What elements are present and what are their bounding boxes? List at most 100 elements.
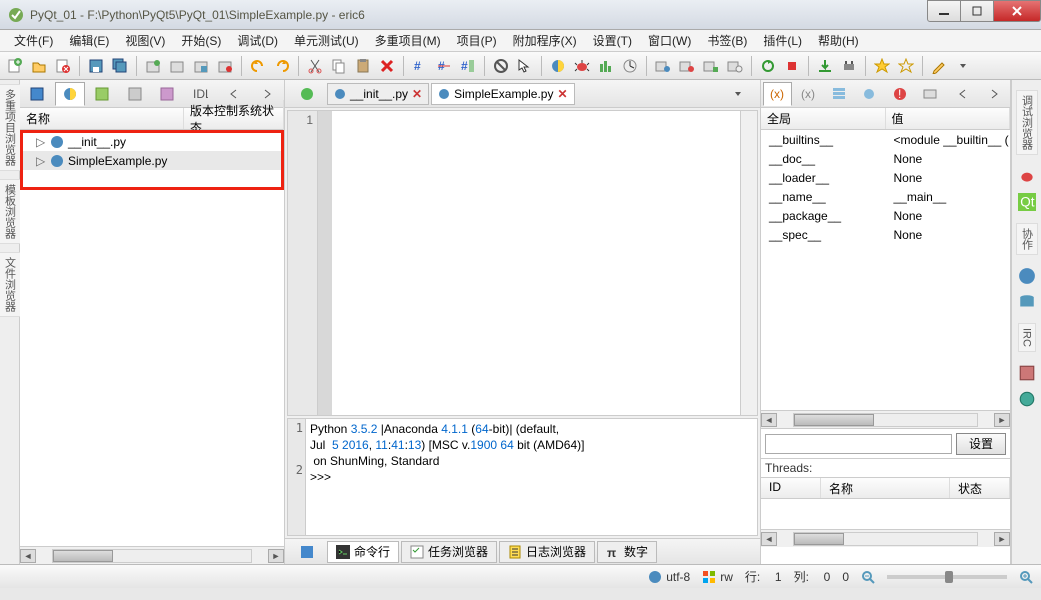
proj-run-icon[interactable] <box>652 55 674 77</box>
bug-icon[interactable] <box>1018 167 1036 185</box>
locals-tab-icon[interactable]: (x) <box>794 82 823 106</box>
menu-bookmarks[interactable]: 书签(B) <box>699 30 755 51</box>
watch-tab-icon[interactable] <box>916 82 945 106</box>
debug-icon[interactable] <box>571 55 593 77</box>
tree-hscrollbar[interactable]: ◄► <box>20 546 284 564</box>
stop2-icon[interactable] <box>781 55 803 77</box>
delete-icon[interactable] <box>376 55 398 77</box>
proj-profile-icon[interactable] <box>724 55 746 77</box>
comment-icon[interactable]: # <box>409 55 431 77</box>
copy-icon[interactable] <box>328 55 350 77</box>
zoom-in-icon[interactable] <box>1019 570 1033 584</box>
filter-input[interactable] <box>765 434 952 454</box>
db-icon[interactable] <box>1018 293 1036 311</box>
openproj-icon[interactable] <box>166 55 188 77</box>
menu-edit[interactable]: 编辑(E) <box>61 30 117 51</box>
edit-area[interactable] <box>318 111 740 415</box>
expand-icon[interactable]: ▷ <box>36 135 46 149</box>
zoom-slider[interactable] <box>887 575 1007 579</box>
irc-tab[interactable]: IRC <box>1018 323 1036 352</box>
tab-nav-icon[interactable] <box>289 82 325 106</box>
breakpoints-tab-icon[interactable] <box>855 82 884 106</box>
tab-forms-icon[interactable] <box>87 82 118 106</box>
editor-tab[interactable]: __init__.py ✕ <box>327 83 429 105</box>
menu-file[interactable]: 文件(F) <box>6 30 61 51</box>
restart-icon[interactable] <box>757 55 779 77</box>
open-icon[interactable] <box>28 55 50 77</box>
download-icon[interactable] <box>814 55 836 77</box>
tab-python-icon[interactable] <box>55 82 86 106</box>
expand-icon[interactable]: ▷ <box>36 154 46 168</box>
var-row[interactable]: __doc__None <box>761 149 1010 168</box>
minimize-button[interactable] <box>927 0 961 22</box>
threads-col-state[interactable]: 状态 <box>950 478 1010 498</box>
globe-icon[interactable] <box>1018 390 1036 408</box>
menu-unittest[interactable]: 单元测试(U) <box>286 30 367 51</box>
vars-col-global[interactable]: 全局 <box>761 108 886 129</box>
bottom-tab-log[interactable]: 日志浏览器 <box>499 541 595 563</box>
save-icon[interactable] <box>85 55 107 77</box>
globals-tab-icon[interactable]: (x) <box>763 82 792 106</box>
template-tab[interactable]: 模板浏览器 <box>0 179 21 244</box>
editor-vscrollbar[interactable] <box>740 111 757 415</box>
proj-coverage-icon[interactable] <box>700 55 722 77</box>
coop-tab[interactable]: 协作 <box>1016 223 1038 255</box>
exceptions-tab-icon[interactable]: ! <box>886 82 915 106</box>
var-row[interactable]: __package__None <box>761 206 1010 225</box>
pencil-icon[interactable] <box>928 55 950 77</box>
vars-col-value[interactable]: 值 <box>886 108 1011 129</box>
tree-col-name[interactable]: 名称 <box>20 108 184 129</box>
settings-button[interactable]: 设置 <box>956 433 1006 455</box>
menu-help[interactable]: 帮助(H) <box>810 30 867 51</box>
menu-multiproject[interactable]: 多重项目(M) <box>367 30 449 51</box>
bottom-nav-icon[interactable] <box>289 540 325 564</box>
newproj-icon[interactable] <box>142 55 164 77</box>
tab-menu-icon[interactable] <box>720 82 756 106</box>
tab-scroll-left-icon[interactable] <box>949 82 978 106</box>
saveproj-icon[interactable] <box>190 55 212 77</box>
bottom-tab-shell[interactable]: 命令行 <box>327 541 399 563</box>
new-icon[interactable] <box>4 55 26 77</box>
coverage-icon[interactable] <box>595 55 617 77</box>
proj-debug-icon[interactable] <box>676 55 698 77</box>
menu-start[interactable]: 开始(S) <box>173 30 229 51</box>
callstack-tab-icon[interactable] <box>824 82 853 106</box>
undo-icon[interactable] <box>247 55 269 77</box>
cut-icon[interactable] <box>304 55 326 77</box>
shell-console[interactable]: 12 Python 3.5.2 |Anaconda 4.1.1 (64-bit)… <box>287 418 758 536</box>
blockcomment-icon[interactable]: # <box>457 55 479 77</box>
tree-item[interactable]: ▷ __init__.py <box>20 132 284 151</box>
closeproj-icon[interactable] <box>214 55 236 77</box>
menu-settings[interactable]: 设置(T) <box>585 30 640 51</box>
vars-hscrollbar[interactable]: ◄► <box>761 410 1010 428</box>
book-icon[interactable] <box>1018 364 1036 382</box>
tab-resources-icon[interactable] <box>120 82 151 106</box>
tab-sources-icon[interactable] <box>22 82 53 106</box>
threads-hscrollbar[interactable]: ◄► <box>761 529 1010 547</box>
close-tab-icon[interactable]: ✕ <box>412 87 422 101</box>
multiproject-tab[interactable]: 多重项目浏览器 <box>0 84 21 171</box>
var-row[interactable]: __builtins__<module __builtin__ ( <box>761 130 1010 149</box>
code-editor[interactable]: 1 <box>287 110 758 416</box>
debugviewer-tab[interactable]: 调试浏览器 <box>1016 90 1038 155</box>
qt-icon[interactable]: Qt <box>1018 193 1036 211</box>
uncomment-icon[interactable]: # <box>433 55 455 77</box>
tree-item[interactable]: ▷ SimpleExample.py <box>20 151 284 170</box>
var-row[interactable]: __spec__None <box>761 225 1010 244</box>
config-icon[interactable] <box>838 55 860 77</box>
bottom-tab-numbers[interactable]: π数字 <box>597 541 657 563</box>
paste-icon[interactable] <box>352 55 374 77</box>
var-row[interactable]: __name____main__ <box>761 187 1010 206</box>
filebrowser-tab[interactable]: 文件浏览器 <box>0 252 21 317</box>
dropdown-icon[interactable] <box>952 55 974 77</box>
threads-col-id[interactable]: ID <box>761 478 821 498</box>
pyqt-icon[interactable] <box>1018 267 1036 285</box>
run-icon[interactable] <box>547 55 569 77</box>
tab-scroll-right-icon[interactable] <box>979 82 1008 106</box>
bottom-tab-tasks[interactable]: 任务浏览器 <box>401 541 497 563</box>
close-button[interactable] <box>993 0 1041 22</box>
editor-tab[interactable]: SimpleExample.py ✕ <box>431 83 574 105</box>
menu-plugins[interactable]: 插件(L) <box>755 30 810 51</box>
menu-project[interactable]: 项目(P) <box>449 30 505 51</box>
whatsthis-icon[interactable] <box>514 55 536 77</box>
